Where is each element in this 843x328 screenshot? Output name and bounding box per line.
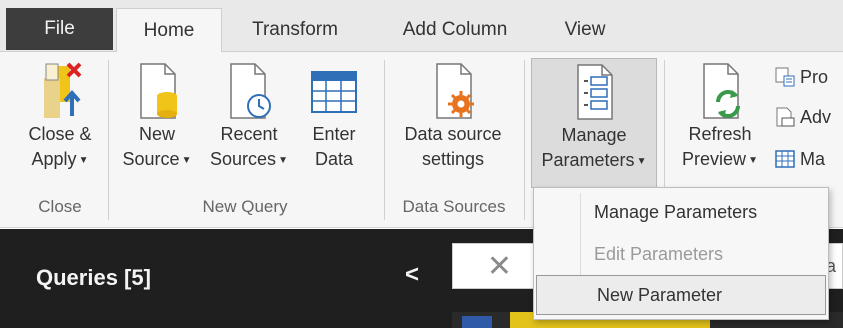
new-source-icon <box>131 60 183 122</box>
enter-data-label-line1: Enter <box>312 124 356 144</box>
menu-item-edit-parameters: Edit Parameters <box>594 243 724 264</box>
manage-parameters-button[interactable]: Manage Parameters ▼ <box>531 58 657 188</box>
queries-pane-title: Queries [5] <box>36 265 151 290</box>
chevron-down-icon: ▼ <box>181 154 192 166</box>
group-label-data-sources: Data Sources <box>402 197 506 216</box>
close-apply-label-line2: Apply ▼ <box>31 149 89 169</box>
data-source-settings-label-line2: settings <box>421 149 485 169</box>
group-label-new-query: New Query <box>202 197 288 216</box>
recent-sources-button[interactable]: Recent Sources ▼ <box>201 58 297 194</box>
tab-add-column[interactable]: Add Column <box>380 8 530 52</box>
manage-button[interactable]: Ma <box>774 148 825 170</box>
recent-sources-label-line1: Recent <box>220 124 278 144</box>
menu-item-new-parameter[interactable]: New Parameter <box>536 275 826 315</box>
new-source-label-line1: New <box>138 124 175 144</box>
chevron-down-icon: ▼ <box>78 154 89 166</box>
menu-item-manage-parameters[interactable]: Manage Parameters <box>534 192 828 232</box>
table-grid-icon <box>774 148 796 170</box>
chevron-down-icon: ▼ <box>278 154 288 166</box>
properties-icon <box>774 66 796 88</box>
data-source-settings-label-line1: Data source <box>404 124 502 144</box>
refresh-preview-label-line1: Refresh <box>688 124 752 144</box>
table-icon <box>308 60 360 122</box>
close-apply-icon <box>34 60 86 122</box>
group-divider <box>524 60 525 220</box>
grid-column-icon <box>462 316 492 328</box>
refresh-icon <box>694 60 746 122</box>
tab-view[interactable]: View <box>545 8 625 52</box>
chevron-down-icon: ▼ <box>636 155 647 167</box>
tab-file[interactable]: File <box>6 8 113 50</box>
new-source-button[interactable]: New Source ▼ <box>115 58 199 194</box>
manage-label: Ma <box>800 148 826 169</box>
refresh-preview-label-line2: Preview ▼ <box>682 149 758 169</box>
advanced-editor-icon <box>774 106 796 128</box>
manage-parameters-label-line2: Parameters ▼ <box>541 150 647 170</box>
new-source-label-line2: Source ▼ <box>122 149 192 169</box>
ribbon-tab-bar: File Home Transform Add Column View <box>0 0 843 53</box>
enter-data-label-line2: Data <box>314 149 354 169</box>
close-icon: ✕ <box>486 249 513 283</box>
manage-parameters-dropdown: Manage Parameters Edit Parameters New Pa… <box>533 187 829 320</box>
recent-sources-label-line2: Sources ▼ <box>210 149 288 169</box>
group-label-close: Close <box>38 197 82 216</box>
manage-parameters-label-line1: Manage <box>561 125 627 145</box>
tab-home[interactable]: Home <box>116 8 222 53</box>
data-source-settings-button[interactable]: Data source settings <box>392 58 514 194</box>
refresh-preview-button[interactable]: Refresh Preview ▼ <box>672 58 768 194</box>
collapse-pane-chevron-icon[interactable]: < <box>405 261 419 289</box>
chevron-down-icon: ▼ <box>748 154 758 166</box>
advanced-editor-label: Adv <box>800 106 832 127</box>
parameters-list-icon <box>568 61 620 123</box>
group-divider <box>384 60 385 220</box>
advanced-editor-button[interactable]: Adv <box>774 106 831 128</box>
group-divider <box>108 60 109 220</box>
tab-transform[interactable]: Transform <box>230 8 360 52</box>
close-apply-label-line1: Close & <box>28 124 92 144</box>
properties-label: Pro <box>800 66 829 87</box>
settings-gear-icon <box>427 60 479 122</box>
close-apply-button[interactable]: Close & Apply ▼ <box>14 58 106 194</box>
properties-button[interactable]: Pro <box>774 66 828 88</box>
enter-data-button[interactable]: Enter Data <box>302 58 366 194</box>
recent-sources-icon <box>223 60 275 122</box>
queries-pane: Queries [5] < <box>0 229 446 328</box>
